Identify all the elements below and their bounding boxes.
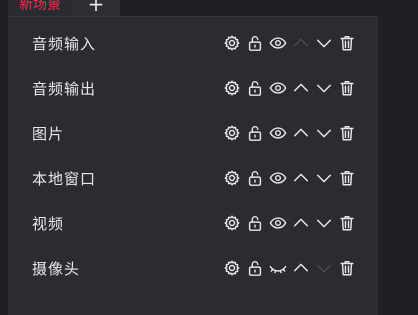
source-name: 音频输入 (32, 34, 97, 53)
source-row[interactable]: 摄像头 (8, 248, 378, 288)
trash-icon[interactable] (336, 258, 357, 278)
unlock-icon[interactable] (244, 123, 265, 143)
eye-closed-icon[interactable] (267, 258, 288, 278)
add-scene-button[interactable]: + (72, 0, 120, 16)
chevron-down-icon[interactable] (313, 168, 334, 188)
source-row[interactable]: 视频 (8, 203, 378, 243)
source-actions (221, 78, 357, 98)
chevron-down-icon[interactable] (313, 213, 334, 233)
gear-icon[interactable] (221, 123, 242, 143)
source-name: 视频 (32, 214, 65, 233)
source-list-panel: 音频输入 音频输出 图片 本地窗口 视频 摄像头 (8, 16, 378, 315)
eye-icon[interactable] (267, 78, 288, 98)
chevron-up-icon[interactable] (290, 213, 311, 233)
source-actions (221, 123, 357, 143)
unlock-icon[interactable] (244, 213, 265, 233)
source-row[interactable]: 图片 (8, 113, 378, 153)
chevron-down-icon[interactable] (313, 258, 334, 278)
eye-icon[interactable] (267, 168, 288, 188)
gear-icon[interactable] (221, 33, 242, 53)
unlock-icon[interactable] (244, 258, 265, 278)
chevron-up-icon[interactable] (290, 123, 311, 143)
eye-icon[interactable] (267, 213, 288, 233)
tab-scene[interactable]: 新场景 (8, 0, 72, 16)
source-row[interactable]: 音频输入 (8, 23, 378, 63)
trash-icon[interactable] (336, 33, 357, 53)
unlock-icon[interactable] (244, 78, 265, 98)
source-name: 摄像头 (32, 259, 81, 278)
trash-icon[interactable] (336, 168, 357, 188)
source-name: 本地窗口 (32, 169, 97, 188)
unlock-icon[interactable] (244, 33, 265, 53)
trash-icon[interactable] (336, 213, 357, 233)
source-name: 图片 (32, 124, 65, 143)
source-actions (221, 258, 357, 278)
scene-tab-bar: 新场景 + (0, 0, 418, 16)
chevron-up-icon[interactable] (290, 258, 311, 278)
gear-icon[interactable] (221, 258, 242, 278)
source-actions (221, 168, 357, 188)
eye-icon[interactable] (267, 33, 288, 53)
source-row[interactable]: 音频输出 (8, 68, 378, 108)
chevron-up-icon[interactable] (290, 78, 311, 98)
source-actions (221, 213, 357, 233)
chevron-down-icon[interactable] (313, 33, 334, 53)
chevron-down-icon[interactable] (313, 78, 334, 98)
source-actions (221, 33, 357, 53)
trash-icon[interactable] (336, 78, 357, 98)
trash-icon[interactable] (336, 123, 357, 143)
gear-icon[interactable] (221, 168, 242, 188)
unlock-icon[interactable] (244, 168, 265, 188)
eye-icon[interactable] (267, 123, 288, 143)
source-row[interactable]: 本地窗口 (8, 158, 378, 198)
chevron-down-icon[interactable] (313, 123, 334, 143)
source-name: 音频输出 (32, 79, 97, 98)
gear-icon[interactable] (221, 213, 242, 233)
chevron-up-icon[interactable] (290, 168, 311, 188)
gear-icon[interactable] (221, 78, 242, 98)
chevron-up-icon[interactable] (290, 33, 311, 53)
